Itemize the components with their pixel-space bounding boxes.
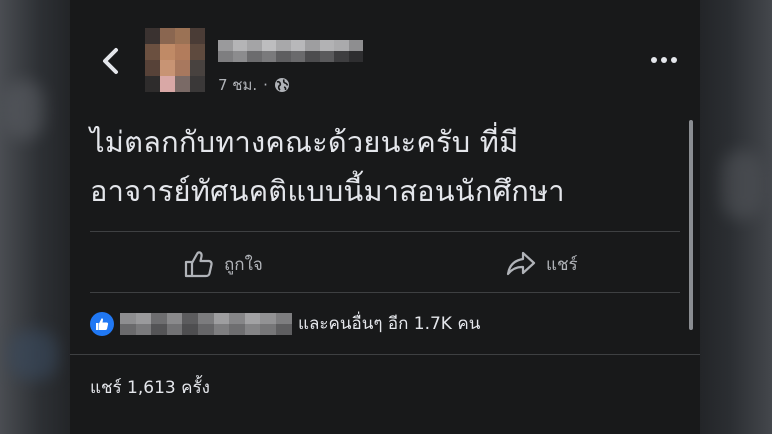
scrollbar[interactable]	[689, 120, 693, 330]
background-blur	[8, 330, 58, 380]
post-text-line: ไม่ตลกกับทางคณะด้วยนะครับ ที่มี	[90, 125, 519, 159]
share-label: แชร์	[546, 254, 578, 275]
reactions-summary[interactable]: และคนอื่นๆ อีก 1.7K คน	[90, 310, 480, 337]
divider	[70, 354, 700, 355]
thumbs-up-icon	[184, 251, 213, 278]
back-button[interactable]	[94, 44, 128, 78]
reactor-names-redacted	[120, 312, 292, 335]
share-count[interactable]: แชร์ 1,613 ครั้ง	[90, 374, 210, 401]
like-button[interactable]: ถูกใจ	[184, 247, 263, 281]
reactions-count-text: และคนอื่นๆ อีก 1.7K คน	[298, 314, 481, 334]
globe-icon	[274, 78, 289, 92]
background-blur	[4, 80, 44, 140]
post-text: ไม่ตลกกับทางคณะด้วยนะครับ ที่มี อาจารย์ท…	[90, 118, 680, 216]
avatar[interactable]	[145, 28, 205, 92]
more-horizontal-icon	[651, 57, 677, 63]
like-reaction-icon	[90, 311, 114, 336]
facebook-post-screen: 7 ชม. · ไม่ตลกกับทางคณะด้วยนะครับ ที่มี …	[70, 0, 700, 434]
background-blur	[722, 150, 762, 220]
like-label: ถูกใจ	[224, 254, 263, 275]
more-options-button[interactable]	[646, 48, 682, 72]
divider	[90, 231, 680, 232]
share-arrow-icon	[506, 251, 536, 276]
meta-separator: ·	[263, 76, 268, 94]
share-button[interactable]: แชร์	[506, 247, 578, 281]
author-name-redacted[interactable]	[218, 40, 363, 62]
divider	[90, 292, 680, 293]
post-meta: 7 ชม. ·	[218, 73, 290, 97]
post-timestamp[interactable]: 7 ชม.	[218, 73, 257, 97]
chevron-left-icon	[103, 48, 118, 74]
post-text-line: อาจารย์ทัศนคติแบบนี้มาสอนนักศึกษา	[90, 174, 565, 208]
